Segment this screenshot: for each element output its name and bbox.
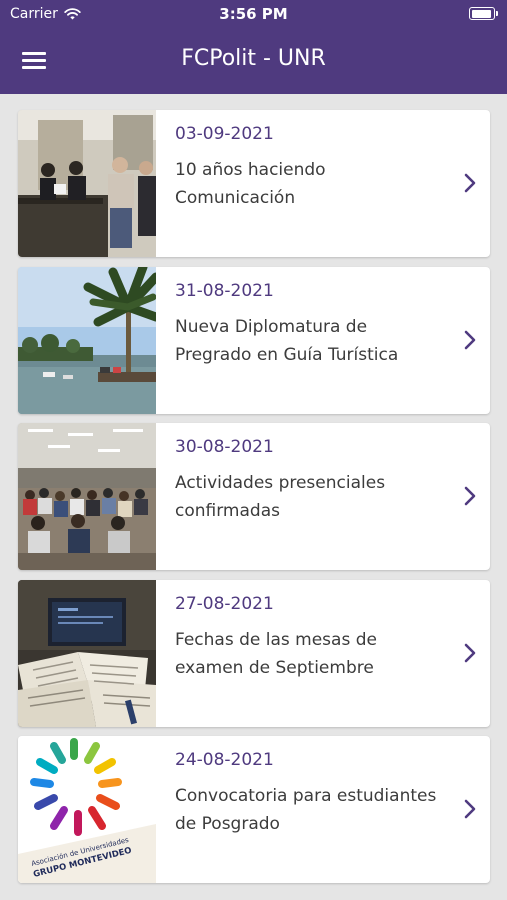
chevron-right-icon [464, 486, 476, 506]
chevron-right-icon [464, 643, 476, 662]
chevron-right-icon [464, 330, 476, 349]
news-title: 10 años haciendo Comunicación [175, 160, 326, 208]
news-date: 27-08-2021 [175, 593, 274, 614]
news-card[interactable]: 31-08-2021 Nueva Diplomatura de Pregrado… [18, 266, 490, 414]
news-date: 31-08-2021 [175, 280, 274, 301]
news-card[interactable]: 03-09-2021 10 años haciendo Comunicación [18, 110, 490, 257]
status-bar: Carrier 3:56 PM [0, 0, 507, 28]
page-title: FCPolit - UNR [181, 46, 326, 71]
news-thumbnail-books [18, 579, 156, 727]
news-card[interactable]: 30-08-2021 Actividades presenciales conf… [18, 423, 490, 570]
battery-icon [469, 7, 498, 20]
news-title: Convocatoria para estudiantes de Posgrad… [175, 786, 437, 834]
news-date: 24-08-2021 [175, 750, 274, 770]
news-title: Nueva Diplomatura de Pregrado en Guía Tu… [175, 316, 399, 365]
app-header: Carrier 3:56 PM FCPolit - UNR [0, 0, 507, 94]
news-title: Fechas de las mesas de examen de Septiem… [175, 629, 377, 678]
chevron-right-icon [464, 799, 476, 819]
news-title: Actividades presenciales confirmadas [175, 473, 386, 521]
news-date: 03-09-2021 [175, 124, 274, 144]
nav-bar: FCPolit - UNR [0, 28, 507, 94]
news-list: 03-09-2021 10 años haciendo Comunicación [18, 110, 490, 893]
news-thumbnail-logo: Asociación de Universidades GRUPO MONTEV… [18, 736, 156, 883]
chevron-right-icon [464, 173, 476, 193]
news-thumbnail-conference [18, 110, 156, 257]
news-thumbnail-classroom [18, 423, 156, 570]
status-time: 3:56 PM [219, 5, 288, 23]
news-card[interactable]: Asociación de Universidades GRUPO MONTEV… [18, 736, 490, 883]
news-date: 30-08-2021 [175, 437, 274, 457]
news-thumbnail-lake [18, 266, 156, 414]
news-card[interactable]: 27-08-2021 Fechas de las mesas de examen… [18, 579, 490, 727]
